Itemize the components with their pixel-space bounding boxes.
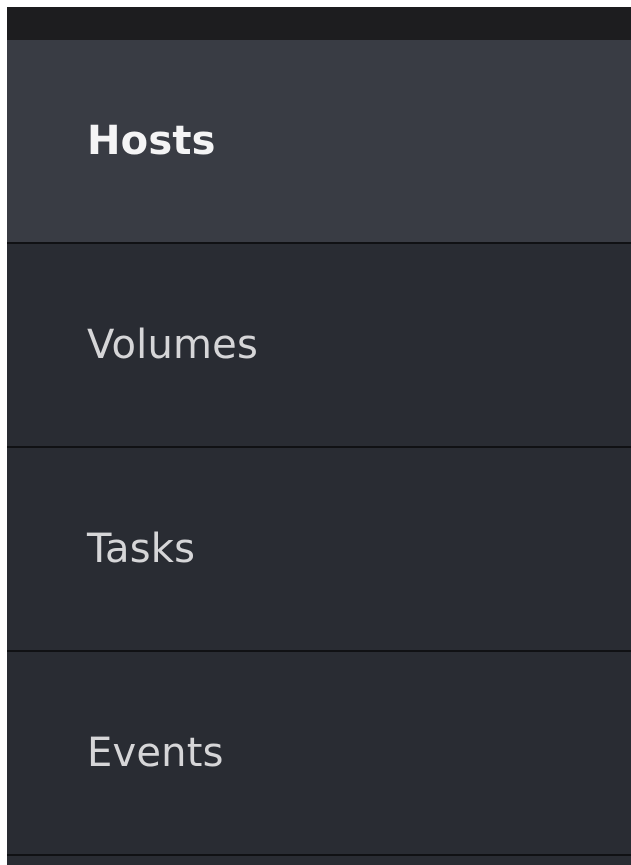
sidebar-item-label: Volumes	[87, 322, 259, 368]
sidebar-item-hosts[interactable]: Hosts	[7, 40, 631, 244]
sidebar-item-label: Tasks	[87, 526, 196, 572]
sidebar-item-label: Events	[87, 730, 224, 776]
sidebar-nav: Hosts Volumes Tasks Events	[7, 40, 631, 856]
sidebar-item-events[interactable]: Events	[7, 652, 631, 856]
sidebar-panel: Hosts Volumes Tasks Events	[7, 7, 631, 865]
sidebar-item-volumes[interactable]: Volumes	[7, 244, 631, 448]
sidebar-item-label: Hosts	[87, 118, 216, 164]
sidebar-item-tasks[interactable]: Tasks	[7, 448, 631, 652]
top-bar	[7, 7, 631, 40]
